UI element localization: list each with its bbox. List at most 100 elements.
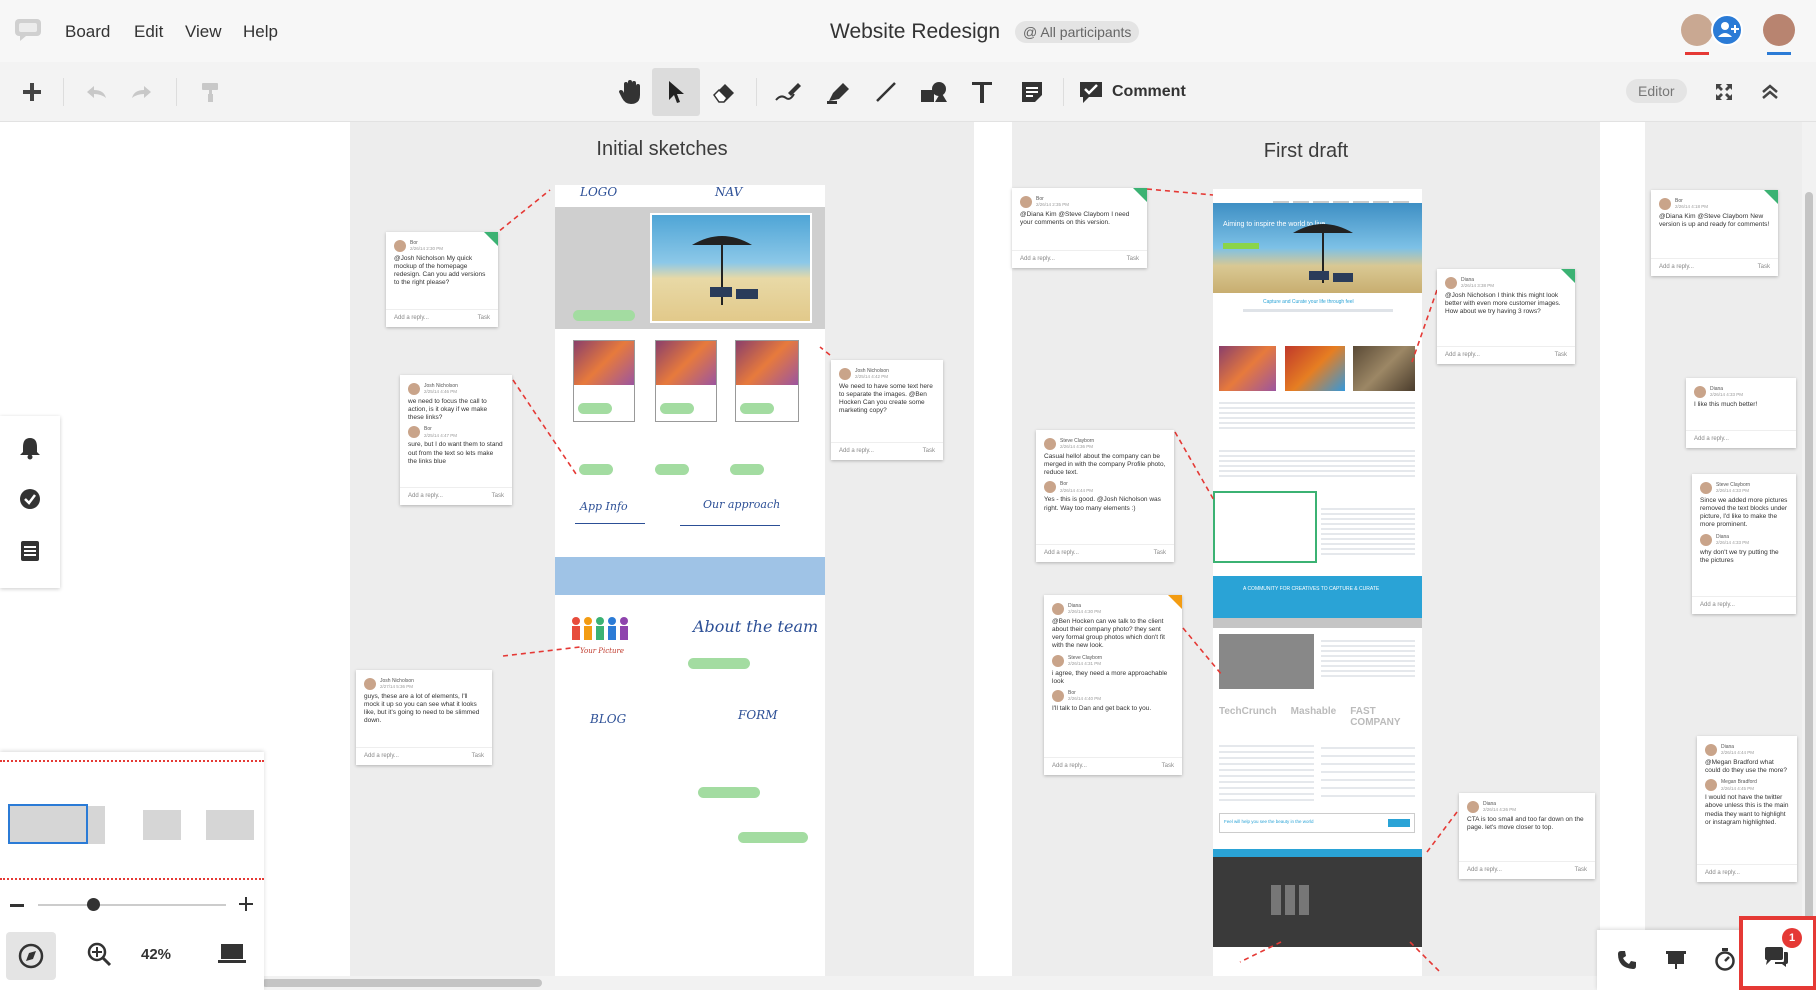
task-button[interactable]: Task — [1154, 550, 1166, 558]
task-button[interactable]: Task — [478, 315, 490, 323]
comment-card[interactable]: Josh Nicholson 2/27/14 5:36 PM guys, thes… — [356, 670, 492, 765]
comment-text: I would not have the twitter above unles… — [1705, 794, 1789, 826]
undo-icon[interactable] — [78, 62, 114, 122]
shapes-tool-icon[interactable] — [912, 62, 956, 122]
avatar — [408, 383, 420, 395]
reply-input[interactable]: Add a reply... — [1052, 763, 1087, 771]
draft-text-line — [1219, 399, 1415, 429]
horizontal-scrollbar-thumb[interactable] — [262, 979, 542, 987]
participants-badge[interactable]: @ All participants — [1015, 21, 1140, 43]
eraser-icon[interactable] — [702, 62, 746, 122]
comment-card[interactable]: Steve Clayborn 2/26/14 4:33 PM Since we a… — [1692, 474, 1796, 614]
sketch-blog-bar — [698, 787, 760, 798]
task-button[interactable]: Task — [472, 753, 484, 761]
pen-tool-icon[interactable] — [766, 62, 810, 122]
hand-tool-icon[interactable] — [608, 62, 652, 122]
marker-tool-icon[interactable] — [816, 62, 860, 122]
comment-card[interactable]: Diana 2/26/14 4:33 PM I like this much be… — [1686, 378, 1796, 448]
comment-card[interactable]: Josh Nicholson 2/25/14 4:46 PM we need to… — [400, 375, 512, 505]
comment-card[interactable]: Bor 2/26/14 2:30 PM @Josh Nicholson My qu… — [386, 232, 498, 327]
collapse-toolbar-icon[interactable] — [1752, 62, 1788, 122]
task-button[interactable]: Task — [1127, 256, 1139, 264]
task-button[interactable]: Task — [1758, 264, 1770, 272]
fullscreen-icon[interactable] — [1706, 62, 1742, 122]
task-button[interactable]: Task — [1162, 763, 1174, 771]
comment-card[interactable]: Diana 2/26/14 4:44 PM @Megan Bradford wha… — [1697, 736, 1797, 882]
chat-button[interactable]: 1 — [1739, 916, 1816, 990]
avatar-underline-blue — [1767, 52, 1791, 55]
reply-input[interactable]: Add a reply... — [839, 448, 874, 456]
menu-help[interactable]: Help — [243, 22, 278, 42]
zoom-slider-track[interactable] — [38, 904, 226, 906]
sketch-page[interactable]: LOGO NAV App Info Our approach Your Pict… — [555, 185, 825, 990]
comment-date: 2/27/14 5:36 PM — [380, 684, 414, 690]
app-logo-icon[interactable] — [14, 18, 42, 42]
minimap-frame — [143, 810, 181, 840]
timer-icon[interactable] — [1714, 947, 1736, 971]
navigator-minimap[interactable] — [0, 760, 264, 880]
task-button[interactable]: Task — [1575, 867, 1587, 875]
zoom-fit-icon[interactable] — [86, 941, 112, 967]
user-avatar-2[interactable] — [1763, 14, 1795, 46]
draft-photo-3 — [1353, 346, 1415, 391]
reply-input[interactable]: Add a reply... — [1445, 352, 1480, 360]
notifications-bell-icon[interactable] — [19, 436, 41, 460]
reply-input[interactable]: Add a reply... — [1694, 436, 1729, 444]
comment-card[interactable]: Diana 2/26/14 3:38 PM @Josh Nicholson I t… — [1437, 269, 1575, 364]
sticky-note-tool-icon[interactable] — [1010, 62, 1054, 122]
zoom-out-icon[interactable] — [10, 904, 24, 907]
phone-call-icon[interactable] — [1617, 950, 1637, 970]
screen-share-icon[interactable] — [1665, 948, 1687, 970]
reply-input[interactable]: Add a reply... — [364, 753, 399, 761]
comment-card[interactable]: Bor 2/26/14 2:35 PM @Diana Kim @Steve Cla… — [1012, 188, 1147, 268]
redo-icon[interactable] — [124, 62, 160, 122]
minimap-viewport[interactable] — [8, 804, 88, 844]
board-title[interactable]: Website Redesign — [830, 20, 1000, 44]
tasks-check-icon[interactable] — [19, 488, 41, 510]
comment-author: Megan Bradford — [1721, 779, 1757, 786]
draft-page[interactable]: Aiming to inspire the world to live Capt… — [1213, 189, 1422, 990]
reply-input[interactable]: Add a reply... — [394, 315, 429, 323]
comment-card[interactable]: Diana 2/26/14 4:30 PM @Ben Hocken can we … — [1044, 595, 1182, 775]
add-participant-icon[interactable] — [1711, 14, 1743, 46]
vertical-scrollbar[interactable] — [1802, 122, 1816, 990]
horizontal-scrollbar[interactable] — [0, 976, 1802, 990]
task-button[interactable]: Task — [1555, 352, 1567, 360]
reply-input[interactable]: Add a reply... — [1659, 264, 1694, 272]
reply-input[interactable]: Add a reply... — [1700, 602, 1735, 610]
line-tool-icon[interactable] — [864, 62, 908, 122]
task-button[interactable]: Task — [923, 448, 935, 456]
comment-card[interactable]: Josh Nicholson 2/25/14 4:42 PM We need to… — [831, 360, 943, 460]
menu-view[interactable]: View — [185, 22, 222, 42]
task-button[interactable]: Task — [492, 493, 504, 501]
presentation-screen-icon[interactable] — [218, 942, 246, 966]
comment-date: 2/25/14 4:46 PM — [424, 389, 458, 395]
reply-input[interactable]: Add a reply... — [408, 493, 443, 501]
format-painter-icon[interactable] — [192, 62, 228, 122]
menu-edit[interactable]: Edit — [134, 22, 163, 42]
zoom-in-icon[interactable] — [239, 897, 253, 911]
text-tool-icon[interactable] — [960, 62, 1004, 122]
comment-tool-button[interactable]: Comment — [1078, 62, 1208, 122]
zoom-slider-handle[interactable] — [87, 898, 100, 911]
reply-input[interactable]: Add a reply... — [1020, 256, 1055, 264]
sketch-hero-block — [555, 207, 825, 329]
user-avatar-1[interactable] — [1681, 14, 1713, 46]
draft-sub-heading: Capture and Curate your life through fee… — [1263, 299, 1354, 305]
comment-card[interactable]: Steve Clayborn 2/26/14 4:36 PM Casual hel… — [1036, 430, 1174, 562]
reply-input[interactable]: Add a reply... — [1044, 550, 1079, 558]
editor-role-badge[interactable]: Editor — [1626, 79, 1687, 103]
select-tool-icon[interactable] — [652, 68, 700, 116]
add-icon[interactable] — [14, 62, 50, 122]
comment-card[interactable]: Diana 2/26/14 4:26 PM CTA is too small an… — [1459, 793, 1595, 879]
content-list-icon[interactable] — [20, 540, 40, 562]
menu-board[interactable]: Board — [65, 22, 110, 42]
comment-card[interactable]: Bor 2/26/14 4:18 PM @Diana Kim @Steve Cla… — [1651, 190, 1778, 276]
draft-highlight-box — [1213, 491, 1317, 563]
zoom-level[interactable]: 42% — [141, 946, 171, 963]
reply-input[interactable]: Add a reply... — [1705, 870, 1740, 878]
navigator-compass-icon[interactable] — [6, 932, 56, 980]
board-canvas[interactable]: Initial sketches LOGO NAV App Info Our a… — [0, 122, 1816, 990]
reply-input[interactable]: Add a reply... — [1467, 867, 1502, 875]
vertical-scrollbar-thumb[interactable] — [1805, 192, 1813, 952]
